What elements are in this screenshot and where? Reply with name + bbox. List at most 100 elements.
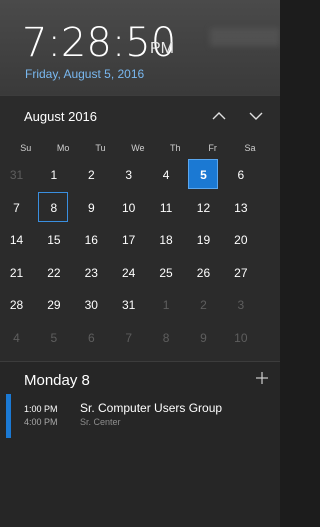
day-number: 2 bbox=[200, 298, 207, 313]
day-number: 18 bbox=[159, 233, 173, 248]
calendar-day[interactable]: 12 bbox=[185, 192, 222, 225]
day-number: 10 bbox=[234, 330, 248, 345]
calendar-day[interactable]: 31 bbox=[110, 289, 147, 322]
calendar-flyout: 7:28:50 PM Friday, August 5, 2016 August… bbox=[0, 0, 280, 527]
calendar-day[interactable]: 21 bbox=[0, 257, 35, 290]
background-blur bbox=[210, 28, 280, 46]
calendar-day[interactable]: 9 bbox=[185, 322, 222, 355]
day-number: 31 bbox=[121, 298, 136, 313]
day-number: 29 bbox=[47, 298, 61, 313]
chevron-up-icon bbox=[212, 112, 226, 120]
calendar-day[interactable]: 27 bbox=[222, 257, 259, 290]
calendar-day[interactable]: 6 bbox=[73, 322, 110, 355]
calendar-day[interactable]: 30 bbox=[73, 289, 110, 322]
calendar-day[interactable]: 19 bbox=[185, 224, 222, 257]
month-label[interactable]: August 2016 bbox=[24, 109, 97, 124]
event-location: Sr. Center bbox=[80, 417, 121, 427]
calendar-day[interactable]: 10 bbox=[110, 192, 147, 225]
calendar-day[interactable]: 7 bbox=[110, 322, 147, 355]
day-number: 12 bbox=[196, 200, 211, 215]
day-number: 23 bbox=[84, 265, 98, 280]
calendar-day[interactable]: 2 bbox=[73, 159, 110, 192]
day-number: 16 bbox=[84, 233, 98, 248]
calendar-day[interactable]: 6 bbox=[222, 159, 259, 192]
calendar-panel: August 2016 Su Mo Tu We Th Fr Sa 31 1 2 … bbox=[0, 96, 280, 362]
calendar-day[interactable]: 16 bbox=[73, 224, 110, 257]
day-number: 4 bbox=[13, 330, 20, 345]
calendar-day[interactable]: 25 bbox=[148, 257, 185, 290]
day-number: 7 bbox=[125, 330, 133, 345]
clock-ampm: PM bbox=[150, 40, 174, 57]
current-date-link[interactable]: Friday, August 5, 2016 bbox=[25, 67, 144, 81]
day-number: 1 bbox=[162, 298, 170, 313]
day-number: 22 bbox=[47, 265, 61, 280]
calendar-day[interactable]: 23 bbox=[73, 257, 110, 290]
calendar-day[interactable]: 3 bbox=[110, 159, 147, 192]
calendar-day[interactable]: 14 bbox=[0, 224, 35, 257]
calendar-day[interactable]: 29 bbox=[35, 289, 72, 322]
day-number: 6 bbox=[237, 168, 245, 183]
day-number: 26 bbox=[196, 265, 211, 280]
agenda-day-title: Monday 8 bbox=[24, 372, 90, 389]
agenda-event[interactable]: 1:00 PM 4:00 PM Sr. Computer Users Group… bbox=[0, 394, 280, 438]
day-number: 28 bbox=[9, 298, 24, 313]
calendar-day[interactable]: 7 bbox=[0, 192, 35, 225]
plus-icon bbox=[256, 372, 268, 384]
day-number: 9 bbox=[87, 200, 95, 215]
day-number: 8 bbox=[162, 330, 170, 345]
event-start-time: 1:00 PM bbox=[24, 404, 58, 414]
previous-month-button[interactable] bbox=[207, 104, 231, 128]
day-number: 9 bbox=[200, 330, 207, 345]
calendar-day[interactable]: 3 bbox=[222, 289, 259, 322]
chevron-down-icon bbox=[249, 112, 263, 120]
calendar-day[interactable]: 22 bbox=[35, 257, 72, 290]
calendar-day[interactable]: 4 bbox=[0, 322, 35, 355]
day-number: 13 bbox=[234, 200, 248, 215]
calendar-day[interactable]: 1 bbox=[148, 289, 185, 322]
calendar-day[interactable]: 13 bbox=[222, 192, 259, 225]
calendar-day[interactable]: 31 bbox=[0, 159, 35, 192]
day-number: 3 bbox=[237, 298, 245, 313]
calendar-day[interactable]: 18 bbox=[148, 224, 185, 257]
calendar-day[interactable]: 17 bbox=[110, 224, 147, 257]
weekday-label: Sa bbox=[244, 143, 256, 153]
calendar-day[interactable]: 2 bbox=[185, 289, 222, 322]
calendar-day[interactable]: 10 bbox=[222, 322, 259, 355]
day-number: 25 bbox=[159, 265, 173, 280]
calendar-day[interactable]: 15 bbox=[35, 224, 72, 257]
day-number: 30 bbox=[84, 298, 98, 313]
day-number: 24 bbox=[121, 265, 136, 280]
day-number: 10 bbox=[121, 200, 136, 215]
event-end-time: 4:00 PM bbox=[24, 417, 58, 427]
day-number: 2 bbox=[87, 168, 95, 183]
day-number: 31 bbox=[9, 168, 24, 183]
agenda-panel: Monday 8 1:00 PM 4:00 PM Sr. Computer Us… bbox=[0, 362, 280, 527]
day-number: 27 bbox=[234, 265, 248, 280]
add-event-button[interactable] bbox=[252, 368, 272, 388]
calendar-day[interactable]: 20 bbox=[222, 224, 259, 257]
day-number: 4 bbox=[162, 168, 170, 183]
calendar-day[interactable]: 4 bbox=[148, 159, 185, 192]
calendar-day[interactable]: 24 bbox=[110, 257, 147, 290]
calendar-day[interactable]: 8 bbox=[148, 322, 185, 355]
calendar-day-today[interactable]: 5 bbox=[185, 159, 222, 192]
calendar-day[interactable]: 1 bbox=[35, 159, 72, 192]
clock-header: 7:28:50 PM Friday, August 5, 2016 bbox=[0, 0, 280, 95]
day-number: 14 bbox=[9, 233, 24, 248]
day-number: 20 bbox=[234, 233, 248, 248]
day-number: 8 bbox=[50, 200, 58, 215]
weekday-header: Su Mo Tu We Th Fr Sa bbox=[16, 143, 278, 153]
day-number: 3 bbox=[125, 168, 133, 183]
calendar-day[interactable]: 11 bbox=[148, 192, 185, 225]
day-number: 5 bbox=[50, 330, 58, 345]
next-month-button[interactable] bbox=[244, 104, 268, 128]
calendar-day[interactable]: 9 bbox=[73, 192, 110, 225]
day-number: 11 bbox=[159, 200, 173, 215]
day-number: 19 bbox=[196, 233, 211, 248]
day-number: 5 bbox=[200, 168, 207, 183]
calendar-day-selected[interactable]: 8 bbox=[35, 191, 72, 225]
calendar-day[interactable]: 26 bbox=[185, 257, 222, 290]
calendar-day[interactable]: 5 bbox=[35, 322, 72, 355]
calendar-day[interactable]: 28 bbox=[0, 289, 35, 322]
day-number: 7 bbox=[13, 200, 20, 215]
